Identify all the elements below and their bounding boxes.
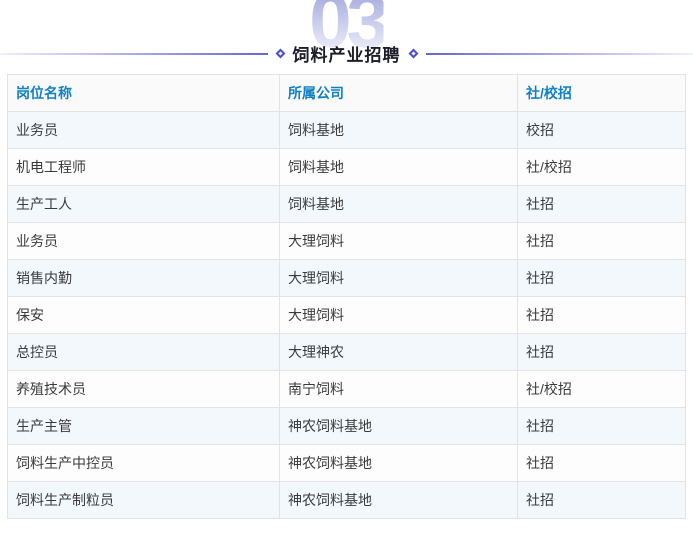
cell-recruit-type: 社招 [518, 445, 686, 482]
column-header-company: 所属公司 [280, 75, 518, 112]
cell-position: 饲料生产制粒员 [8, 482, 280, 519]
cell-recruit-type: 社/校招 [518, 371, 686, 408]
cell-company: 饲料基地 [280, 149, 518, 186]
cell-recruit-type: 校招 [518, 112, 686, 149]
section-title: 饲料产业招聘 [293, 41, 401, 66]
table-row: 业务员大理饲料社招 [8, 223, 686, 260]
table-row: 生产主管神农饲料基地社招 [8, 408, 686, 445]
cell-company: 大理饲料 [280, 260, 518, 297]
table-body: 业务员饲料基地校招机电工程师饲料基地社/校招生产工人饲料基地社招业务员大理饲料社… [8, 112, 686, 519]
table-row: 养殖技术员南宁饲料社/校招 [8, 371, 686, 408]
table-row: 总控员大理神农社招 [8, 334, 686, 371]
cell-recruit-type: 社招 [518, 223, 686, 260]
cell-company: 饲料基地 [280, 186, 518, 223]
table-row: 饲料生产制粒员神农饲料基地社招 [8, 482, 686, 519]
cell-position: 饲料生产中控员 [8, 445, 280, 482]
cell-company: 神农饲料基地 [280, 445, 518, 482]
table-row: 饲料生产中控员神农饲料基地社招 [8, 445, 686, 482]
cell-company: 南宁饲料 [280, 371, 518, 408]
table-row: 生产工人饲料基地社招 [8, 186, 686, 223]
diamond-icon [275, 49, 285, 59]
section-title-row: 饲料产业招聘 [0, 41, 693, 66]
cell-company: 大理神农 [280, 334, 518, 371]
cell-position: 机电工程师 [8, 149, 280, 186]
column-header-recruit-type: 社/校招 [518, 75, 686, 112]
cell-recruit-type: 社/校招 [518, 149, 686, 186]
cell-company: 饲料基地 [280, 112, 518, 149]
title-divider-left [0, 53, 268, 55]
cell-company: 神农饲料基地 [280, 408, 518, 445]
cell-recruit-type: 社招 [518, 260, 686, 297]
diamond-icon [408, 49, 418, 59]
table-row: 业务员饲料基地校招 [8, 112, 686, 149]
cell-position: 销售内勤 [8, 260, 280, 297]
cell-position: 总控员 [8, 334, 280, 371]
cell-recruit-type: 社招 [518, 334, 686, 371]
column-header-position: 岗位名称 [8, 75, 280, 112]
table-row: 机电工程师饲料基地社/校招 [8, 149, 686, 186]
cell-position: 生产主管 [8, 408, 280, 445]
cell-company: 大理饲料 [280, 223, 518, 260]
title-divider-right [426, 53, 693, 55]
cell-recruit-type: 社招 [518, 186, 686, 223]
cell-position: 养殖技术员 [8, 371, 280, 408]
jobs-table-container: 岗位名称 所属公司 社/校招 业务员饲料基地校招机电工程师饲料基地社/校招生产工… [7, 74, 686, 519]
cell-position: 业务员 [8, 223, 280, 260]
jobs-table: 岗位名称 所属公司 社/校招 业务员饲料基地校招机电工程师饲料基地社/校招生产工… [7, 74, 686, 519]
cell-recruit-type: 社招 [518, 482, 686, 519]
cell-recruit-type: 社招 [518, 297, 686, 334]
table-row: 销售内勤大理饲料社招 [8, 260, 686, 297]
cell-position: 生产工人 [8, 186, 280, 223]
table-header: 岗位名称 所属公司 社/校招 [8, 75, 686, 112]
table-row: 保安大理饲料社招 [8, 297, 686, 334]
cell-company: 神农饲料基地 [280, 482, 518, 519]
cell-company: 大理饲料 [280, 297, 518, 334]
cell-recruit-type: 社招 [518, 408, 686, 445]
table-header-row: 岗位名称 所属公司 社/校招 [8, 75, 686, 112]
section-header: 03 饲料产业招聘 [0, 0, 693, 74]
cell-position: 保安 [8, 297, 280, 334]
cell-position: 业务员 [8, 112, 280, 149]
